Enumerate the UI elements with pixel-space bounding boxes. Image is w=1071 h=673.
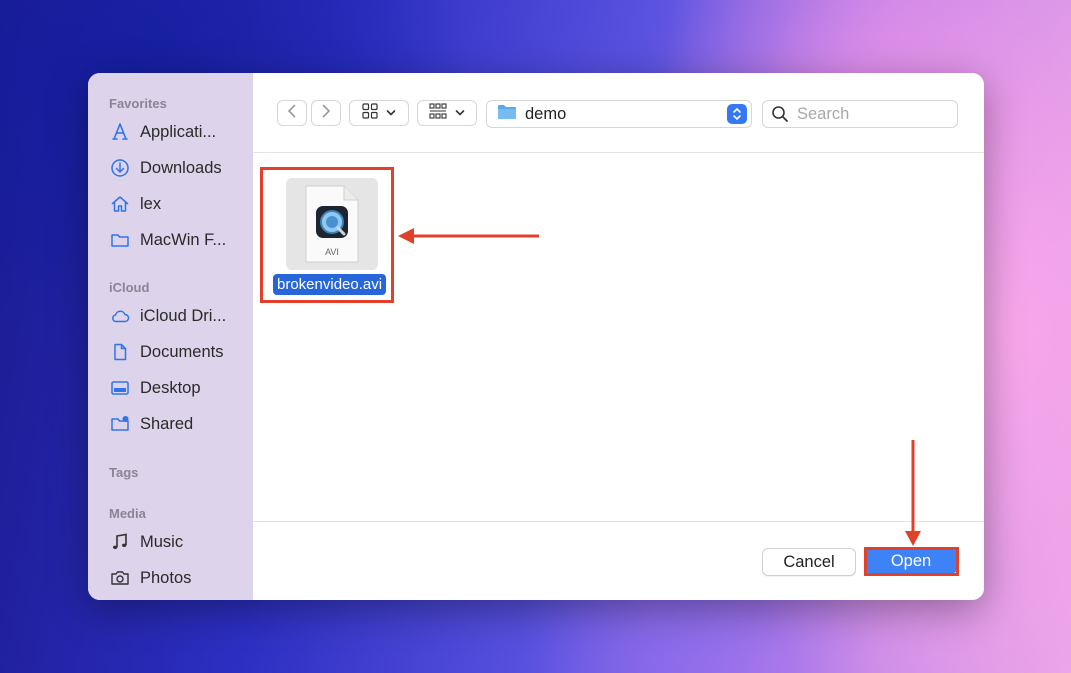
- navigation-buttons: [277, 100, 341, 126]
- cancel-button[interactable]: Cancel: [762, 548, 856, 576]
- forward-button[interactable]: [311, 100, 341, 126]
- sidebar-item-label: lex: [140, 194, 162, 213]
- sidebar-section-favorites: Favorites: [109, 96, 167, 111]
- sidebar-item-label: Documents: [140, 342, 224, 361]
- chevron-down-icon: [386, 104, 396, 122]
- sidebar-item-label: Music: [140, 532, 184, 551]
- desktop-icon: [109, 377, 131, 399]
- chevron-down-icon: [455, 104, 465, 122]
- sidebar-section-icloud: iCloud: [109, 280, 150, 295]
- file-browser: demo Search AVI brokenvideo.avi Cancel O…: [253, 73, 984, 600]
- sidebar: Favorites Applicati... Downloads lex Mac…: [88, 73, 253, 600]
- toolbar: demo Search: [253, 73, 984, 153]
- document-icon: [109, 341, 131, 363]
- group-by-button[interactable]: [417, 100, 477, 126]
- sidebar-item-macwin-folder[interactable]: MacWin F...: [109, 227, 244, 253]
- applications-icon: [109, 121, 131, 143]
- open-file-dialog: Favorites Applicati... Downloads lex Mac…: [88, 73, 984, 600]
- up-down-chevron-icon: [727, 104, 747, 124]
- sidebar-section-media: Media: [109, 506, 146, 521]
- annotation-file-highlight: [260, 167, 394, 303]
- chevron-right-icon: [321, 104, 331, 123]
- annotation-open-highlight: [864, 547, 959, 576]
- home-icon: [109, 193, 131, 215]
- search-field[interactable]: Search: [762, 100, 958, 128]
- sidebar-item-label: Applicati...: [140, 122, 217, 141]
- camera-icon: [109, 567, 131, 589]
- music-note-icon: [109, 531, 131, 553]
- location-popup[interactable]: demo: [486, 100, 752, 128]
- sidebar-item-applications[interactable]: Applicati...: [109, 119, 244, 145]
- location-label: demo: [525, 104, 567, 123]
- shared-folder-icon: [109, 413, 131, 435]
- sidebar-item-label: Downloads: [140, 158, 222, 177]
- folder-icon: [109, 229, 131, 251]
- sidebar-item-home[interactable]: lex: [109, 191, 244, 217]
- sidebar-item-music[interactable]: Music: [109, 529, 244, 555]
- downloads-icon: [109, 157, 131, 179]
- sidebar-item-photos[interactable]: Photos: [109, 565, 244, 591]
- sidebar-item-label: Desktop: [140, 378, 201, 397]
- folder-icon: [497, 104, 517, 125]
- group-grid-icon: [429, 102, 447, 124]
- chevron-left-icon: [287, 104, 297, 123]
- view-mode-button[interactable]: [349, 100, 409, 126]
- sidebar-item-icloud-drive[interactable]: iCloud Dri...: [109, 303, 244, 329]
- sidebar-item-downloads[interactable]: Downloads: [109, 155, 244, 181]
- sidebar-item-desktop[interactable]: Desktop: [109, 375, 244, 401]
- sidebar-item-label: Photos: [140, 568, 192, 587]
- search-placeholder: Search: [797, 104, 850, 123]
- search-icon: [771, 105, 789, 123]
- back-button[interactable]: [277, 100, 307, 126]
- sidebar-item-shared[interactable]: Shared: [109, 411, 244, 437]
- sidebar-item-label: iCloud Dri...: [140, 306, 227, 325]
- sidebar-item-label: MacWin F...: [140, 230, 227, 249]
- sidebar-section-tags: Tags: [109, 465, 139, 480]
- sidebar-item-documents[interactable]: Documents: [109, 339, 244, 365]
- grid-view-icon: [362, 102, 378, 124]
- cloud-icon: [109, 305, 131, 327]
- sidebar-item-label: Shared: [140, 414, 194, 433]
